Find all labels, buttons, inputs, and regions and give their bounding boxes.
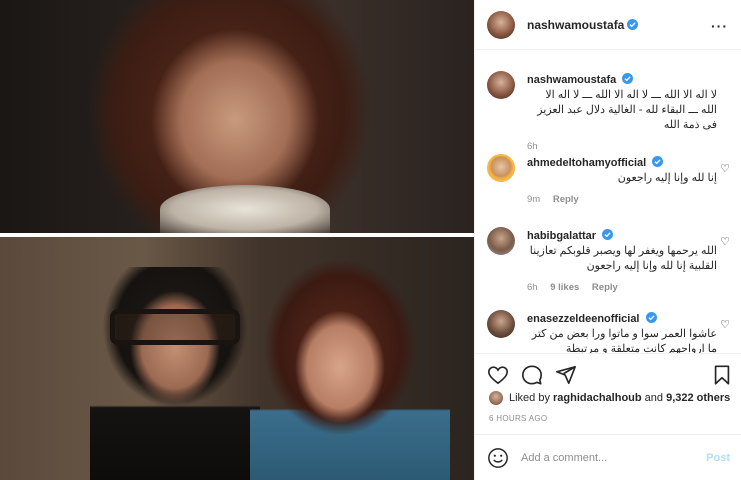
comment-likes[interactable]: 9 likes: [550, 282, 579, 293]
caption-text: لا اله الا الله ـــ لا اله الا الله ـــ …: [537, 89, 717, 131]
more-horizontal-icon[interactable]: ···: [711, 18, 728, 34]
comment-username[interactable]: habibgalattar: [527, 230, 596, 242]
comment-time[interactable]: 9m: [527, 194, 540, 205]
avatar[interactable]: [487, 154, 515, 182]
comment-meta: 9m Reply: [527, 194, 717, 205]
comment-text: عاشوا العمر سوا و ماتوا ورا بعض من كتر م…: [531, 328, 717, 353]
likes-middle: and: [641, 392, 667, 404]
avatar[interactable]: [487, 10, 515, 39]
header-username[interactable]: nashwamoustafa: [527, 18, 624, 32]
verified-badge-icon: [627, 19, 639, 30]
emoji-icon[interactable]: [487, 447, 509, 469]
comment-meta: 6h 9 likes Reply: [527, 282, 717, 293]
heart-icon[interactable]: [487, 364, 509, 386]
comments-list: nashwamoustafa لا اله الا الله ـــ لا ال…: [475, 51, 741, 353]
verified-badge-icon: [622, 73, 634, 84]
share-icon[interactable]: [555, 364, 577, 386]
photo-man: [90, 267, 260, 480]
likes-summary: Liked by raghidachalhoub and 9,322 other…: [489, 391, 730, 405]
photo-woman: [250, 257, 450, 480]
comment-username[interactable]: enasezzeldeenofficial: [527, 313, 640, 325]
heart-icon[interactable]: ♡: [720, 318, 730, 331]
add-comment-input[interactable]: [521, 451, 696, 464]
reply-button[interactable]: Reply: [592, 282, 618, 293]
post-header: nashwamoustafa ···: [475, 0, 741, 50]
comment-text: إنا لله وإنا إليه راجعون: [617, 172, 717, 184]
comment-icon[interactable]: [521, 364, 543, 386]
verified-badge-icon: [652, 156, 664, 167]
avatar[interactable]: [487, 71, 515, 99]
comment-username-line: habibgalattar: [527, 229, 717, 244]
post-panel: nashwamoustafa ··· nashwamoustafa لا اله…: [474, 0, 741, 480]
bookmark-icon[interactable]: [711, 364, 733, 386]
reply-button[interactable]: Reply: [553, 194, 579, 205]
photo-couple: [0, 237, 474, 480]
avatar[interactable]: [487, 227, 515, 255]
comment-username-line: ahmedeltohamyofficial: [527, 156, 717, 171]
verified-badge-icon: [645, 312, 657, 323]
likes-count[interactable]: 9,322 others: [666, 392, 730, 404]
photo-glasses: [110, 309, 240, 345]
comment-username[interactable]: ahmedeltohamyofficial: [527, 157, 646, 169]
caption-meta: 6h: [527, 141, 717, 152]
post-button[interactable]: Post: [706, 452, 730, 464]
photo-woman-portrait: [0, 0, 474, 233]
caption-username[interactable]: nashwamoustafa: [527, 74, 616, 86]
likes-user[interactable]: raghidachalhoub: [553, 392, 642, 404]
heart-icon[interactable]: ♡: [720, 162, 730, 175]
post-image[interactable]: [0, 0, 474, 480]
post-timestamp[interactable]: 6 HOURS AGO: [489, 414, 547, 423]
comment-time[interactable]: 6h: [527, 282, 538, 293]
comment-username-line: enasezzeldeenofficial: [527, 312, 717, 327]
heart-icon[interactable]: ♡: [720, 235, 730, 248]
caption-username-line: nashwamoustafa: [527, 73, 717, 88]
likes-prefix: Liked by: [509, 392, 550, 404]
action-bar: [475, 353, 741, 393]
avatar[interactable]: [489, 391, 503, 405]
verified-badge-icon: [602, 229, 614, 240]
add-comment-bar: Post: [475, 434, 741, 480]
avatar[interactable]: [487, 310, 515, 338]
photo-collar: [160, 185, 330, 233]
comment-text: الله يرحمها ويغفر لها ويصبر قلوبكم تعازي…: [529, 245, 717, 272]
caption-time[interactable]: 6h: [527, 141, 538, 152]
